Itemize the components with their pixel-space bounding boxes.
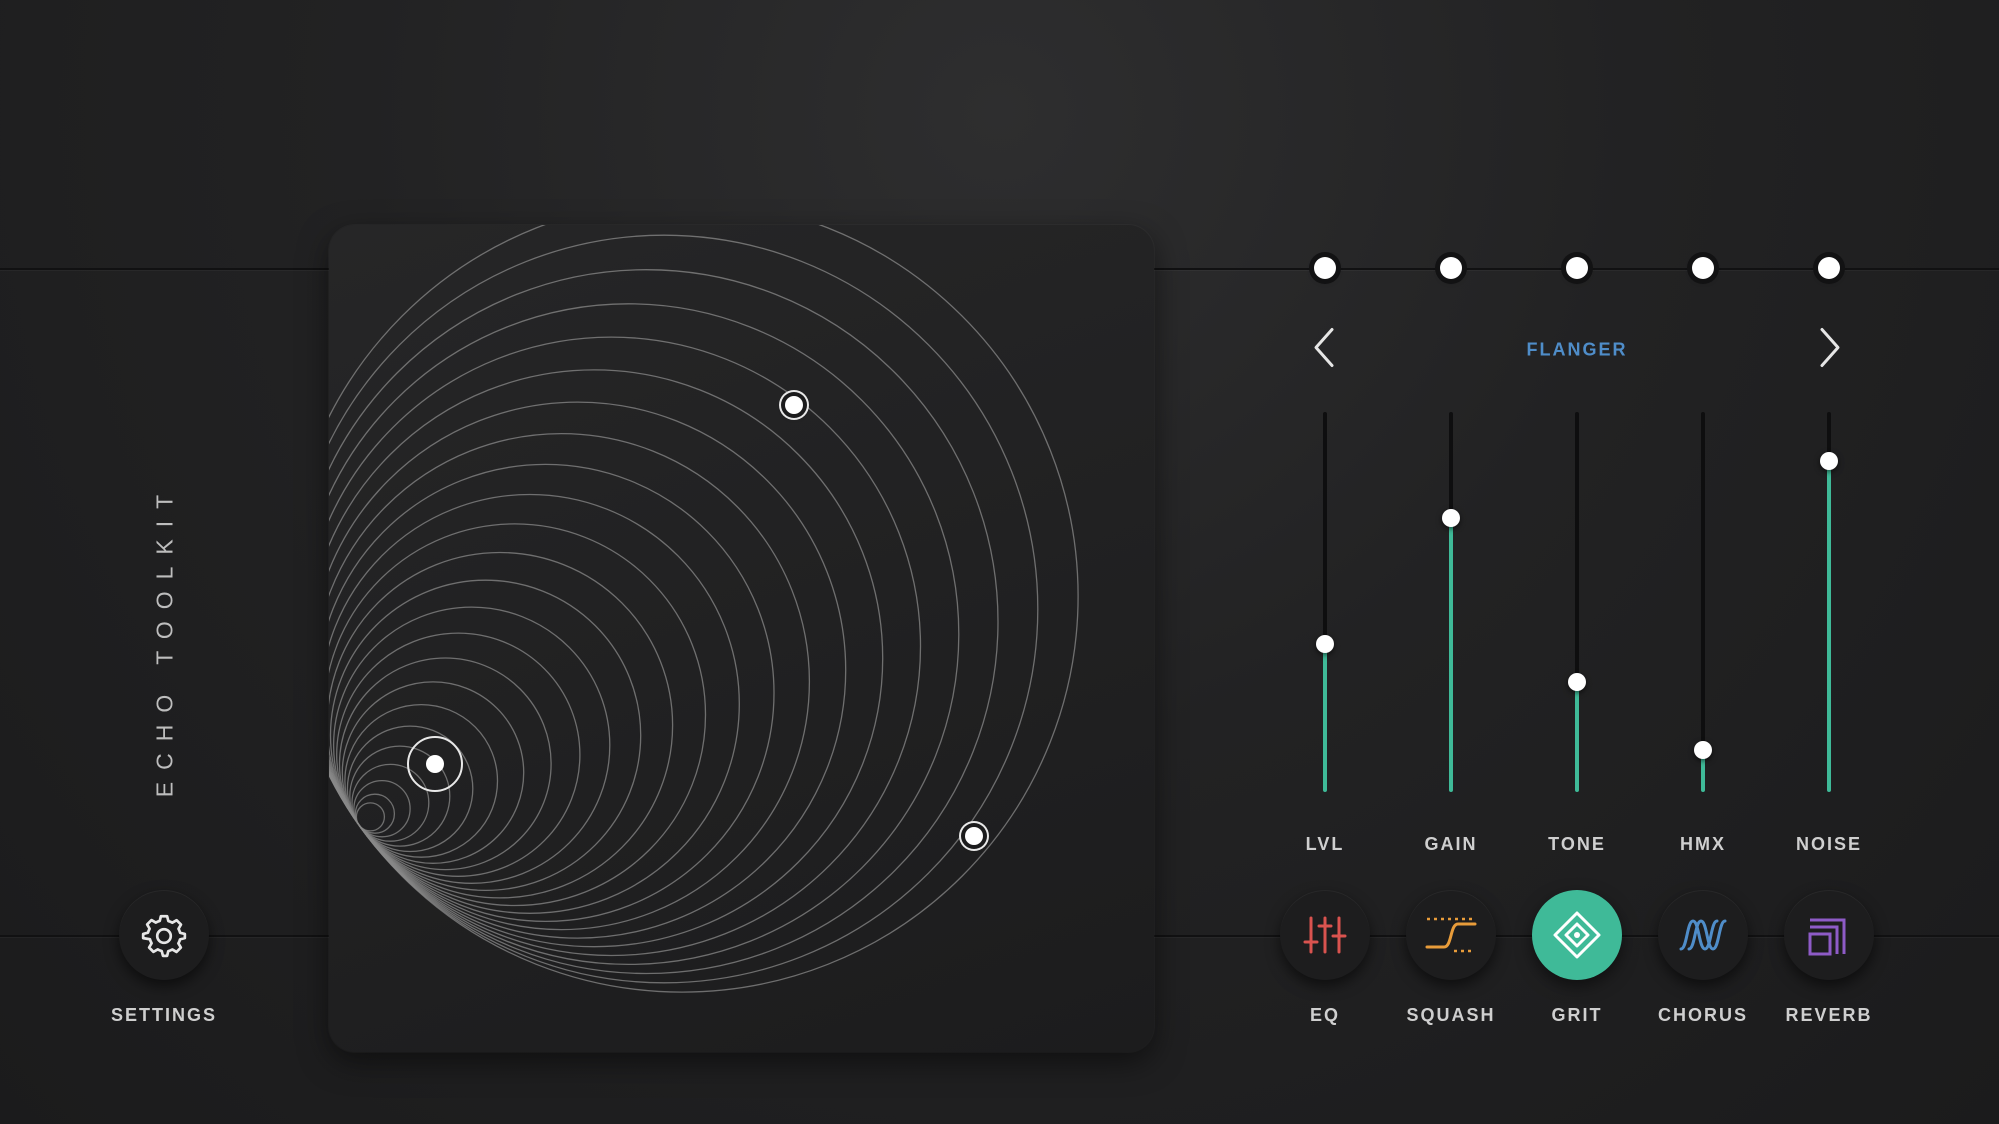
chorus-wave-icon: [1679, 919, 1727, 951]
module-squash-button[interactable]: [1406, 890, 1496, 980]
slider-dot-noise[interactable]: [1818, 257, 1840, 279]
eq-sliders-icon: [1303, 916, 1347, 954]
compressor-curve-icon: [1425, 917, 1477, 953]
slider-dot-tone[interactable]: [1566, 257, 1588, 279]
slider-label-lvl: LVL: [1305, 834, 1345, 854]
preset-prev-button[interactable]: [1310, 326, 1340, 375]
slider-tone[interactable]: [1568, 412, 1586, 792]
module-label-chorus: CHORUS: [1657, 1005, 1749, 1025]
xy-pad-graphic: [329, 225, 1079, 993]
module-label-grit: GRIT: [1551, 1005, 1603, 1025]
slider-dot-lvl[interactable]: [1314, 257, 1336, 279]
module-label-eq: EQ: [1309, 1005, 1341, 1025]
slider-hmx[interactable]: [1694, 412, 1712, 792]
chevron-left-icon: [1314, 328, 1334, 367]
module-eq-button[interactable]: [1280, 890, 1370, 980]
slider-dot-hmx[interactable]: [1692, 257, 1714, 279]
module-chorus-button[interactable]: [1658, 890, 1748, 980]
xy-pad[interactable]: [329, 225, 1154, 1052]
module-reverb-button[interactable]: [1784, 890, 1874, 980]
slider-label-gain: GAIN: [1424, 834, 1478, 854]
slider-lvl-fill: [1323, 643, 1327, 792]
module-label-reverb: REVERB: [1785, 1005, 1873, 1025]
gear-icon: [141, 914, 187, 958]
pad-ring: [329, 303, 960, 965]
diamond-icon: [1553, 911, 1601, 959]
preset-next-button[interactable]: [1814, 326, 1844, 375]
settings-label: SETTINGS: [110, 1005, 218, 1025]
xy-node-top[interactable]: [785, 396, 803, 414]
app-title: ECHO TOOLKIT: [151, 482, 178, 798]
settings-button[interactable]: [119, 890, 209, 980]
slider-label-noise: NOISE: [1795, 834, 1863, 854]
xy-node-left[interactable]: [407, 736, 463, 792]
preset-name: FLANGER: [1526, 339, 1628, 360]
slider-dot-gain[interactable]: [1440, 257, 1462, 279]
slider-gain[interactable]: [1442, 412, 1460, 792]
slider-noise-thumb[interactable]: [1820, 452, 1838, 471]
xy-node-right[interactable]: [965, 827, 983, 845]
slider-label-tone: TONE: [1548, 834, 1606, 854]
module-grit-button[interactable]: [1532, 890, 1622, 980]
slider-gain-thumb[interactable]: [1442, 509, 1460, 528]
pad-ring: [329, 234, 1039, 984]
slider-label-hmx: HMX: [1680, 834, 1726, 854]
pad-ring: [329, 433, 810, 931]
pad-ring: [329, 369, 884, 948]
reverb-squares-icon: [1808, 918, 1846, 956]
slider-lvl[interactable]: [1316, 412, 1334, 792]
pad-ring: [329, 225, 1079, 993]
slider-noise-fill: [1827, 461, 1831, 792]
slider-hmx-thumb[interactable]: [1694, 741, 1712, 760]
slider-tone-fill: [1575, 681, 1579, 792]
slider-noise[interactable]: [1820, 412, 1838, 792]
module-label-squash: SQUASH: [1406, 1005, 1496, 1025]
rail-top-left: [0, 268, 329, 270]
slider-lvl-thumb[interactable]: [1316, 634, 1334, 653]
slider-tone-thumb[interactable]: [1568, 672, 1586, 691]
chevron-right-icon: [1820, 328, 1840, 367]
slider-gain-fill: [1449, 518, 1453, 792]
